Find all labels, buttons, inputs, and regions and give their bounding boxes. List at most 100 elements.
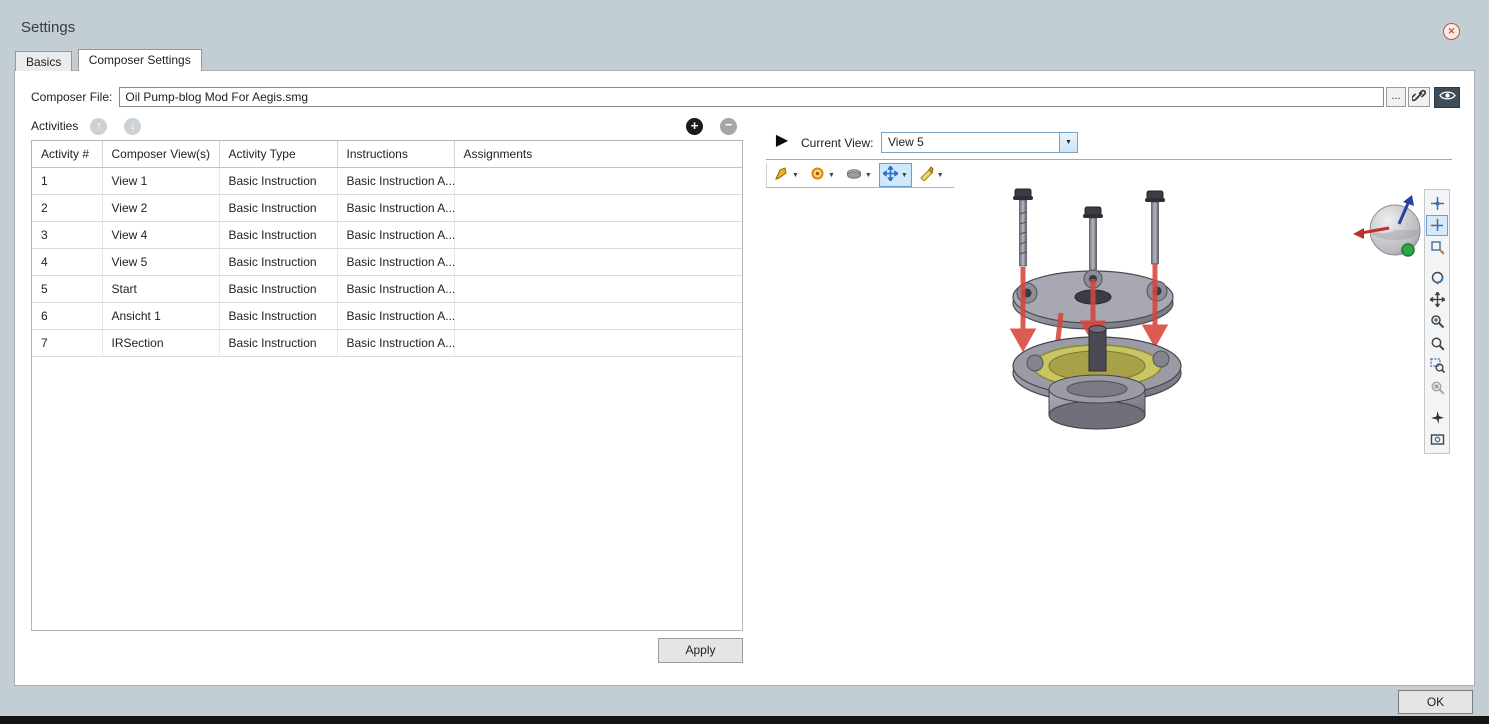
tab-basics[interactable]: Basics xyxy=(15,51,72,71)
camera-view-button[interactable] xyxy=(1426,429,1448,450)
col-composer-views[interactable]: Composer View(s) xyxy=(102,141,219,168)
activities-header: Activities ↑ ↓ + − xyxy=(31,116,743,136)
chevron-down-icon[interactable]: ▼ xyxy=(828,172,835,179)
pan-button[interactable] xyxy=(1426,289,1448,310)
zoom-area-button[interactable] xyxy=(1426,355,1448,376)
cell-activity-number[interactable]: 4 xyxy=(32,249,102,276)
cell-activity-type[interactable]: Basic Instruction xyxy=(219,195,337,222)
zoom-button[interactable] xyxy=(1426,311,1448,332)
cell-activity-number[interactable]: 7 xyxy=(32,330,102,357)
cell-activity-type[interactable]: Basic Instruction xyxy=(219,168,337,195)
table-row[interactable]: 2 View 2 Basic Instruction Basic Instruc… xyxy=(32,195,742,222)
eye-icon xyxy=(1439,90,1456,104)
cell-composer-view[interactable]: View 1 xyxy=(102,168,219,195)
cell-composer-view[interactable]: View 4 xyxy=(102,222,219,249)
cell-instructions[interactable]: Basic Instruction A... xyxy=(337,330,454,357)
col-activity-number[interactable]: Activity # xyxy=(32,141,102,168)
cell-assignments[interactable] xyxy=(454,303,742,330)
cell-assignments[interactable] xyxy=(454,276,742,303)
cell-assignments[interactable] xyxy=(454,195,742,222)
toolbar-gap xyxy=(1425,259,1449,266)
viewer-separator xyxy=(766,159,1452,160)
eraser-tool-button[interactable]: ▼ xyxy=(842,164,876,187)
apply-button[interactable]: Apply xyxy=(658,638,743,663)
browse-button[interactable]: ... xyxy=(1386,87,1406,107)
remove-activity-button[interactable]: − xyxy=(720,118,737,135)
activities-label: Activities xyxy=(31,119,78,133)
table-row[interactable]: 6 Ansicht 1 Basic Instruction Basic Inst… xyxy=(32,303,742,330)
close-icon[interactable]: ✕ xyxy=(1443,23,1460,40)
spin-tool-icon xyxy=(810,166,825,184)
chevron-down-icon[interactable]: ▼ xyxy=(792,172,799,179)
spin-tool-button[interactable]: ▼ xyxy=(806,163,839,187)
col-activity-type[interactable]: Activity Type xyxy=(219,141,337,168)
cell-composer-view[interactable]: Ansicht 1 xyxy=(102,303,219,330)
cell-instructions[interactable]: Basic Instruction A... xyxy=(337,222,454,249)
move-down-button[interactable]: ↓ xyxy=(124,118,141,135)
align-view-button[interactable] xyxy=(1426,193,1448,214)
paint-tool-icon xyxy=(919,166,934,184)
tab-bar: Basics Composer Settings xyxy=(15,49,204,71)
chevron-down-icon[interactable]: ▼ xyxy=(937,172,944,179)
orbit-button[interactable] xyxy=(1426,267,1448,288)
add-activity-button[interactable]: + xyxy=(686,118,703,135)
rotate-view-button[interactable] xyxy=(1426,215,1448,236)
col-assignments[interactable]: Assignments xyxy=(454,141,742,168)
plane-view-button[interactable] xyxy=(1426,237,1448,258)
cell-activity-type[interactable]: Basic Instruction xyxy=(219,303,337,330)
cell-instructions[interactable]: Basic Instruction A... xyxy=(337,168,454,195)
cell-activity-number[interactable]: 2 xyxy=(32,195,102,222)
cell-composer-view[interactable]: Start xyxy=(102,276,219,303)
bolts xyxy=(1013,189,1165,274)
cell-assignments[interactable] xyxy=(454,168,742,195)
cell-activity-type[interactable]: Basic Instruction xyxy=(219,276,337,303)
table-row[interactable]: 5 Start Basic Instruction Basic Instruct… xyxy=(32,276,742,303)
cell-assignments[interactable] xyxy=(454,249,742,276)
cell-instructions[interactable]: Basic Instruction A... xyxy=(337,195,454,222)
table-row[interactable]: 3 View 4 Basic Instruction Basic Instruc… xyxy=(32,222,742,249)
cell-composer-view[interactable]: View 5 xyxy=(102,249,219,276)
cell-activity-number[interactable]: 1 xyxy=(32,168,102,195)
preview-button[interactable] xyxy=(1434,87,1460,108)
cell-composer-view[interactable]: IRSection xyxy=(102,330,219,357)
cell-activity-type[interactable]: Basic Instruction xyxy=(219,249,337,276)
cell-composer-view[interactable]: View 2 xyxy=(102,195,219,222)
chevron-down-icon[interactable]: ▼ xyxy=(865,172,872,179)
pump-3d-model[interactable] xyxy=(965,183,1245,466)
link-button[interactable] xyxy=(1408,87,1430,107)
chevron-down-icon[interactable]: ▼ xyxy=(1059,133,1077,152)
table-row[interactable]: 4 View 5 Basic Instruction Basic Instruc… xyxy=(32,249,742,276)
chevron-down-icon[interactable]: ▼ xyxy=(901,172,908,179)
cell-instructions[interactable]: Basic Instruction A... xyxy=(337,303,454,330)
cell-instructions[interactable]: Basic Instruction A... xyxy=(337,276,454,303)
markup-tool-icon xyxy=(774,166,789,184)
move-tool-button[interactable]: ▼ xyxy=(879,163,912,187)
cell-activity-number[interactable]: 6 xyxy=(32,303,102,330)
orientation-orb[interactable] xyxy=(1351,194,1433,269)
ok-button[interactable]: OK xyxy=(1398,690,1473,714)
tab-composer-settings[interactable]: Composer Settings xyxy=(78,49,202,71)
zoom-fit-button[interactable] xyxy=(1426,377,1448,398)
cell-assignments[interactable] xyxy=(454,330,742,357)
paint-tool-button[interactable]: ▼ xyxy=(915,163,948,187)
cell-activity-type[interactable]: Basic Instruction xyxy=(219,222,337,249)
zoom-in-button[interactable] xyxy=(1426,333,1448,354)
col-instructions[interactable]: Instructions xyxy=(337,141,454,168)
cell-activity-number[interactable]: 3 xyxy=(32,222,102,249)
cell-assignments[interactable] xyxy=(454,222,742,249)
cell-activity-number[interactable]: 5 xyxy=(32,276,102,303)
move-up-button[interactable]: ↑ xyxy=(90,118,107,135)
view-toolbar xyxy=(1424,189,1450,454)
markup-tool-button[interactable]: ▼ xyxy=(770,163,803,187)
fly-mode-button[interactable] xyxy=(1426,407,1448,428)
settings-panel: Composer File: ... xyxy=(14,70,1475,686)
cell-activity-type[interactable]: Basic Instruction xyxy=(219,330,337,357)
composer-file-input[interactable] xyxy=(119,87,1384,107)
cell-instructions[interactable]: Basic Instruction A... xyxy=(337,249,454,276)
play-icon[interactable]: ▶ xyxy=(772,131,792,151)
table-row[interactable]: 1 View 1 Basic Instruction Basic Instruc… xyxy=(32,168,742,195)
current-view-dropdown[interactable]: View 5 ▼ xyxy=(881,132,1078,153)
table-row[interactable]: 7 IRSection Basic Instruction Basic Inst… xyxy=(32,330,742,357)
eraser-tool-icon xyxy=(846,167,862,184)
table-header-row: Activity # Composer View(s) Activity Typ… xyxy=(32,141,742,168)
